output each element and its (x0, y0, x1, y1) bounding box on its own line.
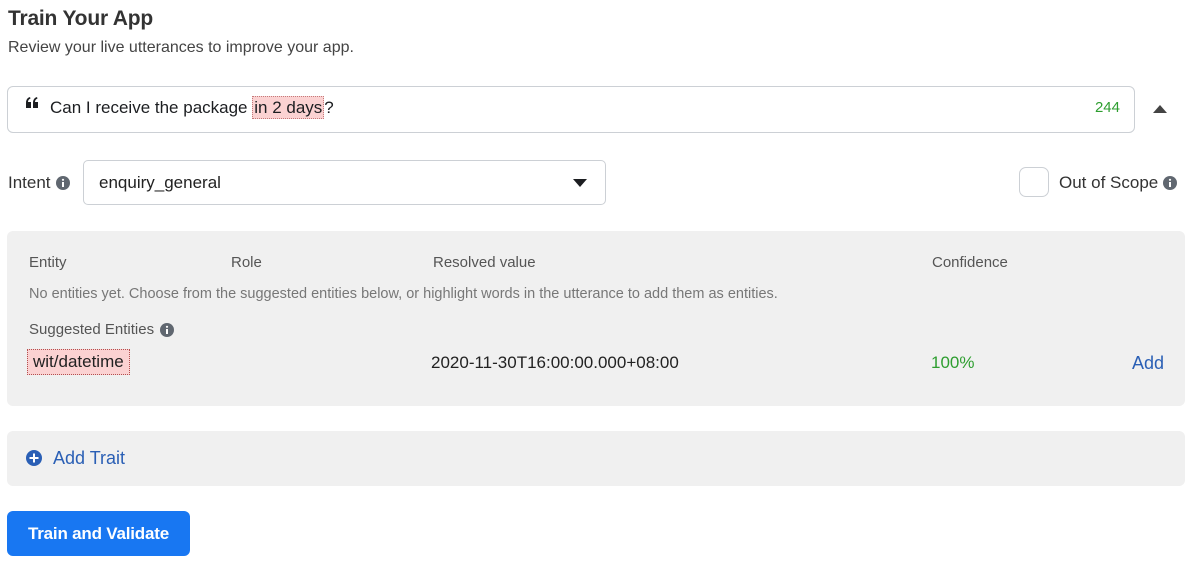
caret-up-icon[interactable] (1153, 104, 1167, 114)
caret-down-icon (573, 179, 587, 187)
utterance-text-after: ? (324, 98, 334, 117)
plus-circle-icon (26, 450, 42, 466)
info-icon[interactable] (1163, 176, 1178, 190)
add-trait-button[interactable]: Add Trait (7, 431, 1185, 486)
suggested-entity-resolved-value: 2020-11-30T16:00:00.000+08:00 (431, 353, 679, 372)
suggested-entities-label-text: Suggested Entities (29, 321, 155, 338)
add-trait-label: Add Trait (53, 448, 126, 468)
utterance-text[interactable]: Can I receive the package in 2 days? (50, 96, 334, 119)
intent-select[interactable]: enquiry_general (83, 160, 606, 205)
utterance-text-before: Can I receive the package (50, 98, 253, 117)
utterance-count: 244 (1094, 99, 1120, 116)
column-header-resolved-value: Resolved value (433, 254, 536, 271)
suggested-entity-tag[interactable]: wit/datetime (27, 349, 130, 375)
column-header-confidence: Confidence (932, 254, 1008, 271)
quote-icon (26, 97, 38, 108)
page-subtitle: Review your live utterances to improve y… (8, 39, 354, 56)
intent-label-text: Intent (8, 173, 51, 192)
column-header-role: Role (231, 254, 262, 271)
add-entity-button[interactable]: Add (1132, 353, 1164, 374)
intent-label: Intent (8, 173, 70, 193)
column-header-entity: Entity (29, 254, 67, 271)
info-icon[interactable] (55, 176, 70, 190)
out-of-scope-checkbox[interactable] (1019, 167, 1049, 197)
entities-empty-note: No entities yet. Choose from the suggest… (29, 286, 778, 302)
out-of-scope-label: Out of Scope (1059, 173, 1178, 193)
utterance-highlight[interactable]: in 2 days (252, 96, 325, 119)
info-icon[interactable] (160, 322, 175, 337)
train-and-validate-button[interactable]: Train and Validate (7, 511, 190, 556)
intent-value: enquiry_general (99, 173, 221, 192)
utterance-box[interactable]: Can I receive the package in 2 days? 244 (7, 86, 1135, 133)
out-of-scope-label-text: Out of Scope (1059, 173, 1159, 192)
suggested-entity-confidence: 100% (931, 353, 975, 372)
entity-panel: Entity Role Resolved value Confidence No… (7, 231, 1185, 406)
page-title: Train Your App (8, 7, 153, 30)
suggested-entities-label: Suggested Entities (29, 321, 175, 338)
